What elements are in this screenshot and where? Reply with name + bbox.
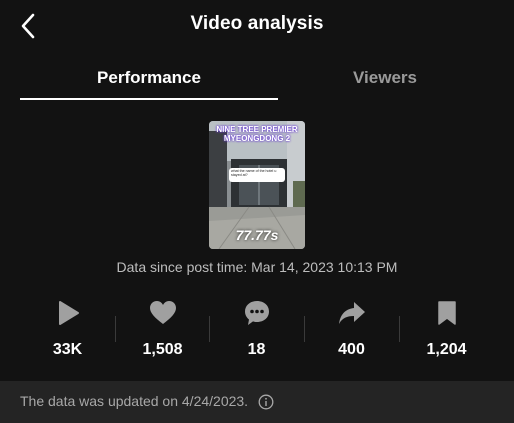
video-thumbnail[interactable]: NINE TREE PREMIER MYEONGDONG 2 what the … [209,121,305,249]
video-duration: 77.77s [235,227,279,243]
likes-count: 1,508 [142,341,183,358]
share-icon [338,302,365,324]
stat-views: 33K [20,296,115,368]
info-icon[interactable] [258,394,274,410]
update-text: The data was updated on 4/24/2023. [20,393,249,409]
play-icon [58,301,79,325]
data-since-text: Data since post time: Mar 14, 2023 10:13… [116,259,398,275]
shares-count: 400 [338,341,365,358]
footer-update-note: The data was updated on 4/24/2023. [20,393,274,410]
page-title: Video analysis [190,13,324,34]
stat-shares: 400 [304,296,399,368]
tab-performance[interactable]: Performance [20,58,278,98]
video-analysis-screen: Video analysis Performance Viewers NINE [0,0,514,423]
comment-icon [244,301,269,325]
comments-count: 18 [247,341,266,358]
bookmark-icon [437,301,456,325]
stat-comments: 18 [209,296,304,368]
thumbnail-comment-bubble: what the name of the hotel u stayed at? [229,168,285,182]
heart-icon [149,301,176,324]
stat-saves: 1,204 [399,296,494,368]
tab-viewers[interactable]: Viewers [278,58,492,98]
footer: The data was updated on 4/24/2023. [0,381,514,423]
active-tab-indicator [20,98,278,100]
views-count: 33K [52,341,83,358]
stats-row: 33K 1,508 18 400 1,204 [20,296,494,368]
thumbnail-overlay-title: NINE TREE PREMIER MYEONGDONG 2 [216,125,298,143]
header: Video analysis [0,0,514,50]
stat-likes: 1,508 [115,296,210,368]
saves-count: 1,204 [426,341,467,358]
tab-bar: Performance Viewers [0,58,514,100]
